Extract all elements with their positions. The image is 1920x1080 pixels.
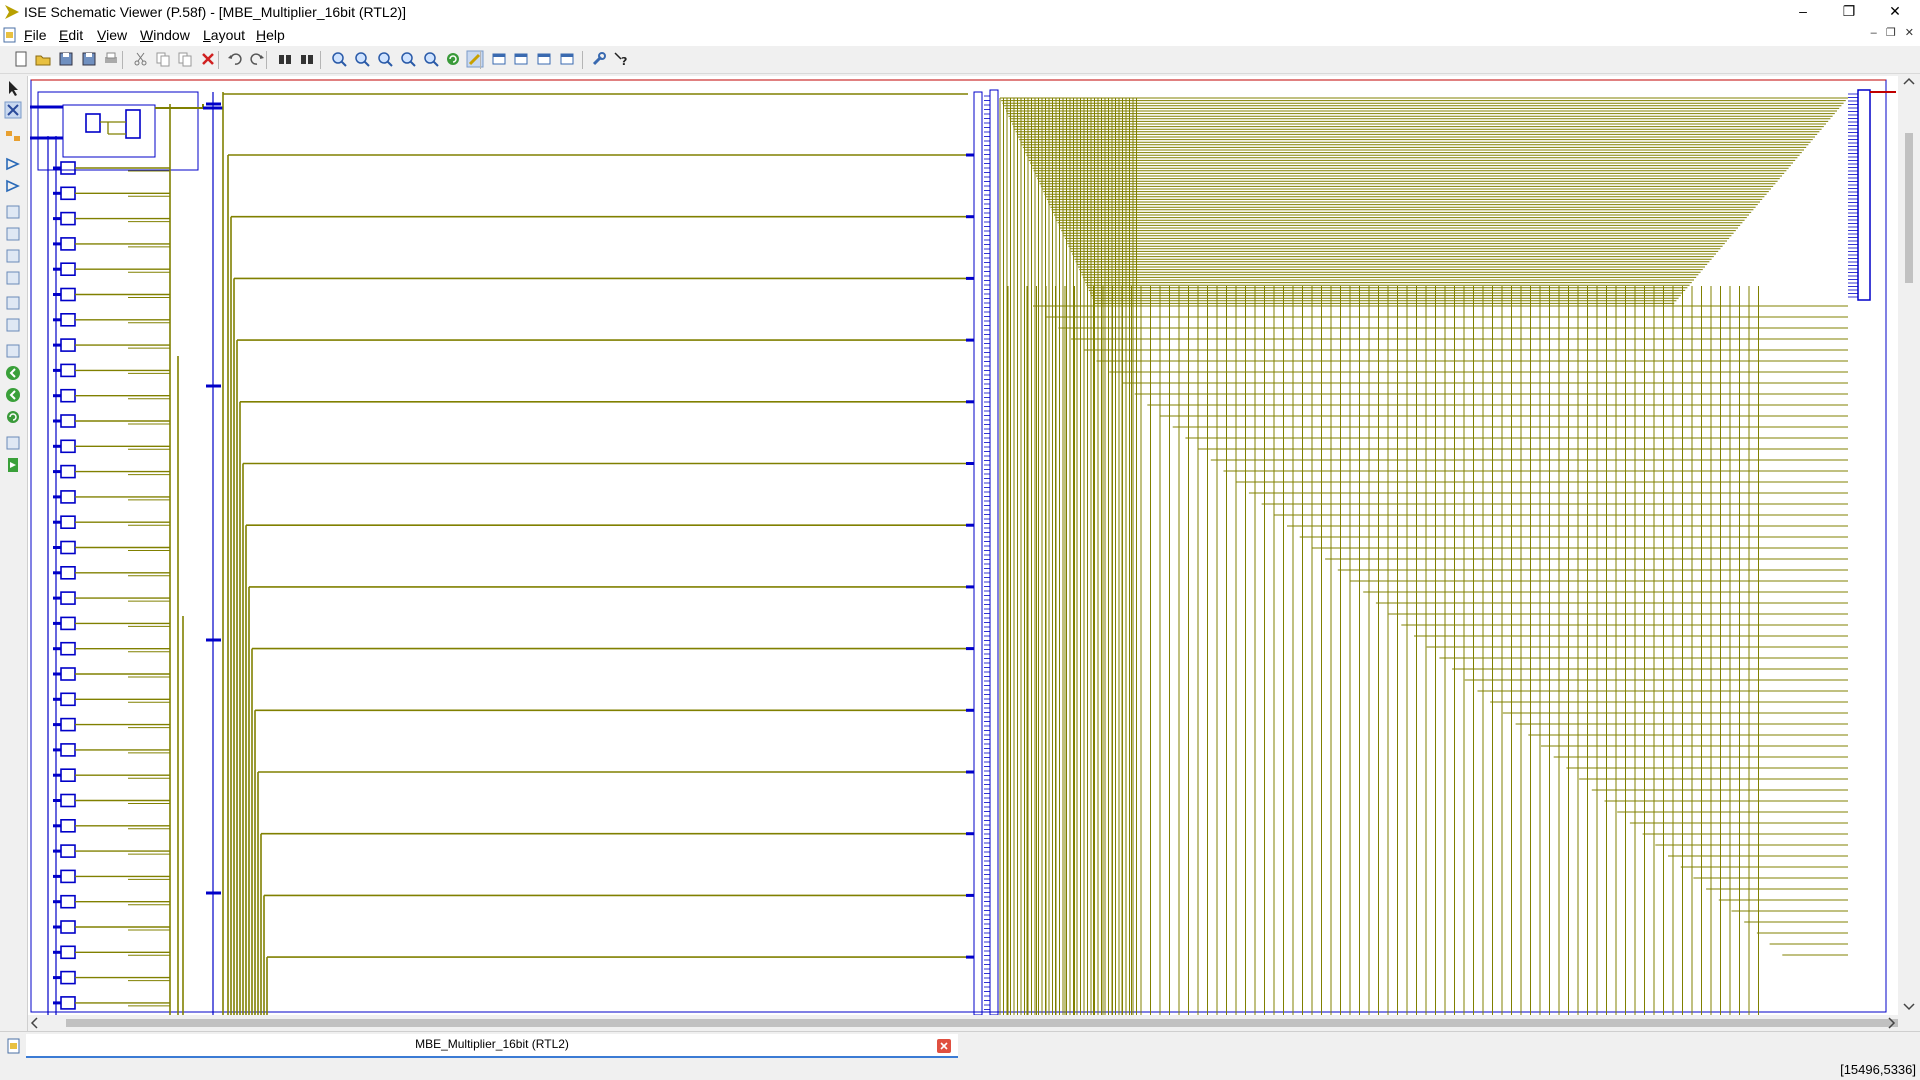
select-icon[interactable]	[4, 79, 22, 97]
scroll-left-icon	[30, 1017, 38, 1029]
document-icon	[3, 27, 16, 43]
hierarchy-icon[interactable]	[4, 127, 22, 145]
redo-icon[interactable]	[248, 50, 266, 68]
pop-out-icon[interactable]	[4, 177, 22, 195]
text-icon[interactable]	[4, 316, 22, 334]
menu-file[interactable]: File	[24, 27, 47, 43]
left-toolbar	[0, 76, 28, 1031]
copy-icon[interactable]	[154, 50, 172, 68]
back-icon[interactable]	[4, 364, 22, 382]
save-icon[interactable]	[57, 50, 75, 68]
open-icon[interactable]	[34, 50, 52, 68]
save-all-icon[interactable]	[80, 50, 98, 68]
show-instance-icon[interactable]	[4, 203, 22, 221]
highlight-icon[interactable]	[466, 50, 484, 68]
options-icon[interactable]	[590, 50, 608, 68]
menu-bar: File Edit View Window Layout Help	[0, 24, 1920, 46]
svg-text:?: ?	[621, 55, 627, 68]
refresh-icon[interactable]	[444, 50, 462, 68]
title-bar: ISE Schematic Viewer (P.58f) - [MBE_Mult…	[0, 0, 1920, 24]
move-up-icon[interactable]	[4, 342, 22, 360]
paste-icon[interactable]	[176, 50, 194, 68]
arrange-icon[interactable]	[558, 50, 576, 68]
zoom-selection-icon[interactable]	[422, 50, 440, 68]
context-help-icon[interactable]: ?	[612, 50, 630, 68]
menu-layout[interactable]: Layout	[203, 27, 245, 43]
report-icon[interactable]	[4, 294, 22, 312]
find-icon[interactable]	[276, 50, 294, 68]
vertical-scrollbar[interactable]	[1898, 76, 1920, 1015]
delete-icon[interactable]	[199, 50, 217, 68]
document-tab-bar: MBE_Multiplier_16bit (RTL2)	[0, 1031, 1920, 1060]
show-net-icon[interactable]	[4, 225, 22, 243]
zoom-out-icon[interactable]	[353, 50, 371, 68]
mdi-controls: – ❐ ✕	[1865, 26, 1914, 39]
cut-icon[interactable]	[132, 50, 150, 68]
horizontal-scroll-thumb	[66, 1019, 1906, 1027]
mdi-restore-button[interactable]: ❐	[1886, 27, 1896, 39]
document-tab[interactable]: MBE_Multiplier_16bit (RTL2)	[26, 1034, 958, 1058]
undo-icon[interactable]	[226, 50, 244, 68]
vertical-scroll-thumb	[1905, 133, 1913, 283]
scroll-up-icon	[1903, 77, 1915, 85]
tile-vertical-icon[interactable]	[535, 50, 553, 68]
menu-edit[interactable]: Edit	[59, 27, 83, 43]
tile-horizontal-icon[interactable]	[512, 50, 530, 68]
zoom-in-icon[interactable]	[330, 50, 348, 68]
menu-window[interactable]: Window	[140, 27, 190, 43]
mdi-close-button[interactable]: ✕	[1905, 27, 1914, 39]
forward-icon[interactable]	[4, 386, 22, 404]
find-next-icon[interactable]	[298, 50, 316, 68]
print-icon[interactable]	[102, 50, 120, 68]
add-wire-icon[interactable]	[4, 101, 22, 119]
mdi-minimize-button[interactable]: –	[1871, 27, 1877, 39]
window-title: ISE Schematic Viewer (P.58f) - [MBE_Mult…	[24, 4, 407, 20]
horizontal-scrollbar[interactable]	[28, 1015, 1906, 1031]
menu-view[interactable]: View	[97, 27, 127, 43]
main-toolbar: ?	[0, 47, 1920, 74]
minimize-button[interactable]: –	[1780, 0, 1826, 24]
ise-logo-icon	[5, 5, 19, 19]
menu-help[interactable]: Help	[256, 27, 285, 43]
zoom-fit-icon[interactable]	[399, 50, 417, 68]
schematic-canvas[interactable]	[28, 76, 1898, 1015]
new-icon[interactable]	[12, 50, 30, 68]
schematic-drawing	[30, 79, 1896, 1015]
expand-icon[interactable]	[4, 434, 22, 452]
scroll-down-icon	[1903, 1003, 1915, 1011]
schematic-doc-icon	[7, 1038, 20, 1054]
document-tab-label: MBE_Multiplier_16bit (RTL2)	[415, 1037, 569, 1051]
go-icon[interactable]	[4, 456, 22, 474]
zoom-full-icon[interactable]	[376, 50, 394, 68]
properties-2-icon[interactable]	[4, 269, 22, 287]
status-bar: [15496,5336]	[0, 1059, 1920, 1080]
properties-icon[interactable]	[4, 247, 22, 265]
close-button[interactable]: ✕	[1872, 0, 1918, 24]
close-tab-icon[interactable]	[937, 1039, 951, 1053]
refresh-view-icon[interactable]	[4, 408, 22, 426]
cursor-coordinates: [15496,5336]	[1840, 1062, 1916, 1077]
push-into-icon[interactable]	[4, 155, 22, 173]
restore-button[interactable]: ❐	[1826, 0, 1872, 24]
cascade-icon[interactable]	[490, 50, 508, 68]
